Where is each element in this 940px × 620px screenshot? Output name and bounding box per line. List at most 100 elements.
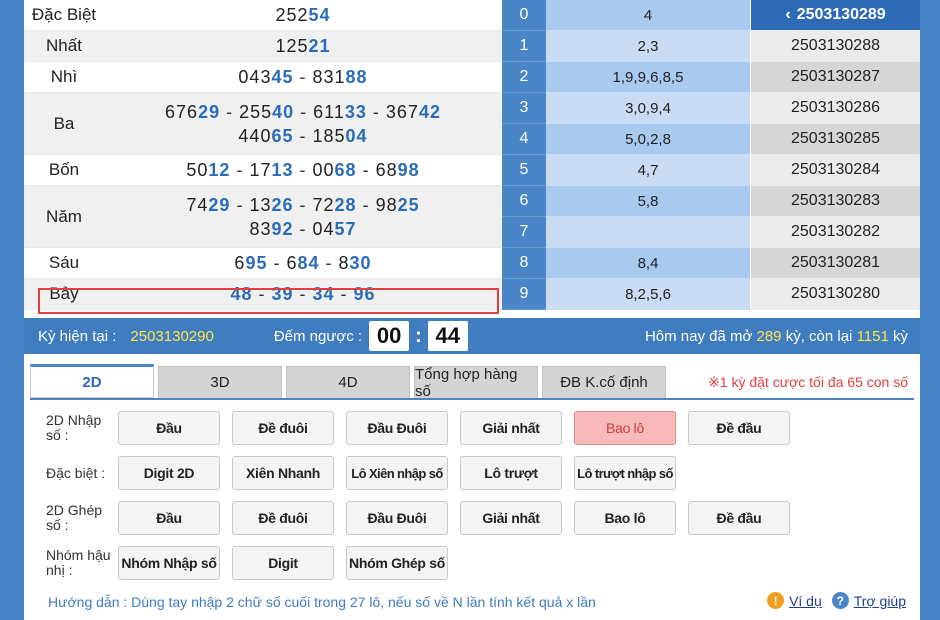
lo-values: 2,3 [546, 31, 751, 62]
bet-option-button[interactable]: Bao lô [574, 411, 676, 445]
number-prefix: 252 [275, 5, 309, 25]
prize-numbers: 25254 [104, 0, 502, 30]
prize-number: 1713 [249, 160, 293, 180]
prize-number-line: 7429-1326-7228-9825 [186, 193, 419, 217]
number-separator: - [372, 101, 380, 122]
prize-number: 0457 [313, 219, 357, 239]
number-prefix: 83 [249, 218, 272, 239]
lo-table: 0 4 ‹ 2503130289 1 2,3 2503130288 2 1,9,9,6,8,5 2… [502, 0, 920, 310]
bet-option-button[interactable]: Digit 2D [118, 456, 220, 490]
tab-2[interactable]: 4D [286, 366, 410, 398]
lo-digit: 9 [502, 279, 546, 310]
period-id[interactable]: 2503130287 [751, 62, 920, 93]
bet-option-button[interactable]: Digit [232, 546, 334, 580]
period-id[interactable]: 2503130281 [751, 248, 920, 279]
bet-option-button[interactable]: Bao lô [574, 501, 676, 535]
prize-number-line: 04345-83188 [238, 65, 367, 89]
bet-option-button[interactable]: Đầu Đuôi [346, 501, 448, 535]
prize-number-line: 25254 [275, 3, 330, 27]
bet-option-button[interactable]: Đề đầu [688, 411, 790, 445]
prize-numbers: 67629-25540-61133-36742 44065-18504 [104, 93, 502, 154]
countdown-label: Đếm ngược : [273, 327, 363, 345]
bet-option-button[interactable]: Xiên Nhanh [232, 456, 334, 490]
number-last-two: 04 [345, 125, 368, 146]
bet-option-button[interactable]: Đầu [118, 411, 220, 445]
lo-values [546, 217, 751, 248]
period-id[interactable]: 2503130282 [751, 217, 920, 248]
bet-group-label: 2D Ghép số : [46, 502, 103, 533]
number-last-two: 45 [271, 67, 294, 87]
prize-number: 6898 [376, 160, 420, 180]
period-selector[interactable]: ‹ 2503130289 [751, 0, 920, 31]
bet-option-button[interactable]: Giải nhất [460, 411, 562, 445]
prize-numbers: 7429-1326-7228-9825 8392-0457 [104, 186, 502, 247]
support-link[interactable]: Trợ giúp [854, 593, 906, 609]
remaining-count: 1151 [856, 327, 889, 345]
number-separator: - [362, 194, 370, 215]
number-last-two: 57 [334, 218, 357, 239]
period-id[interactable]: 2503130286 [751, 93, 920, 124]
lo-row: 3 3,0,9,4 2503130286 [502, 93, 920, 124]
prize-number: 0068 [313, 160, 357, 180]
lo-values: 4 [546, 0, 751, 31]
lottery-panel: Đặc Biệt 25254 Nhất 12521 Nhì 04345-83188 Ba 67… [24, 0, 920, 620]
number-separator: - [340, 284, 348, 304]
bet-option-button[interactable]: Nhóm Ghép số [346, 546, 448, 580]
number-prefix: 8 [338, 253, 350, 273]
period-id[interactable]: 2503130288 [751, 31, 920, 62]
prize-name: Năm [24, 186, 104, 247]
prize-number: 12521 [275, 36, 330, 56]
chevron-left-icon[interactable]: ‹ [785, 6, 790, 24]
bet-option-button[interactable]: Đề đầu [688, 501, 790, 535]
prize-name: Đặc Biệt [24, 0, 104, 30]
number-last-two: 26 [271, 194, 294, 215]
prize-number: 684 [286, 253, 319, 273]
number-separator: - [236, 160, 244, 180]
period-id[interactable]: 2503130285 [751, 124, 920, 155]
number-last-two: 92 [271, 218, 294, 239]
number-separator: - [273, 253, 281, 273]
period-id-text: 2503130289 [796, 6, 886, 23]
prize-row: Nhì 04345-83188 [24, 62, 502, 93]
prize-name: Nhất [24, 31, 104, 61]
bet-option-button[interactable]: Nhóm Nhập số [118, 546, 220, 580]
tab-3[interactable]: Tổng hợp hàng số [414, 366, 538, 400]
number-last-two: 96 [353, 284, 376, 304]
prize-number-line: 12521 [275, 34, 330, 58]
number-last-two: 30 [349, 253, 372, 273]
example-link[interactable]: Ví dụ [789, 593, 822, 609]
bet-option-button[interactable]: Đề đuôi [232, 501, 334, 535]
prize-number: 44065 [238, 126, 293, 146]
number-last-two: 33 [344, 101, 367, 122]
number-last-two: 48 [230, 284, 253, 304]
prize-number-line: 8392-0457 [249, 217, 356, 241]
today-summary: Hôm nay đã mở 289 kỳ, còn lại 1151 kỳ [645, 328, 908, 345]
prize-number: 9825 [376, 195, 420, 215]
period-id[interactable]: 2503130283 [751, 186, 920, 217]
bet-option-button[interactable]: Lô trượt [460, 456, 562, 490]
period-id[interactable]: 2503130280 [751, 279, 920, 310]
bet-group: 2D Nhập số : Đầu Đề đuôi Đầu Đuôi Giải nhất B… [24, 411, 920, 445]
lo-values: 1,9,9,6,8,5 [546, 62, 751, 93]
number-last-two: 12 [208, 160, 231, 180]
prize-number: 5012 [186, 160, 230, 180]
number-prefix: 831 [312, 67, 346, 87]
bet-option-button[interactable]: Lô Xiên nhập số [346, 456, 448, 490]
lo-row: 1 2,3 2503130288 [502, 31, 920, 62]
lo-row: 5 4,7 2503130284 [502, 155, 920, 186]
bet-option-button[interactable]: Đầu [118, 501, 220, 535]
bet-option-button[interactable]: Lô trượt nhập số [574, 456, 676, 490]
lo-row: 6 5,8 2503130283 [502, 186, 920, 217]
tab-4[interactable]: ĐB K.cố định [542, 366, 666, 398]
bet-option-button[interactable]: Đề đuôi [232, 411, 334, 445]
results-table: Đặc Biệt 25254 Nhất 12521 Nhì 04345-83188 Ba 67… [24, 0, 502, 310]
tab-0[interactable]: 2D [30, 364, 154, 398]
bet-option-button[interactable]: Đầu Đuôi [346, 411, 448, 445]
bet-option-button[interactable]: Giải nhất [460, 501, 562, 535]
number-separator: - [299, 160, 307, 180]
prize-number-line: 67629-25540-61133-36742 [165, 100, 441, 124]
tab-1[interactable]: 3D [158, 366, 282, 398]
prize-number-line: 48-39-34-96 [230, 282, 375, 306]
info-icon: ! [767, 592, 785, 609]
period-id[interactable]: 2503130284 [751, 155, 920, 186]
